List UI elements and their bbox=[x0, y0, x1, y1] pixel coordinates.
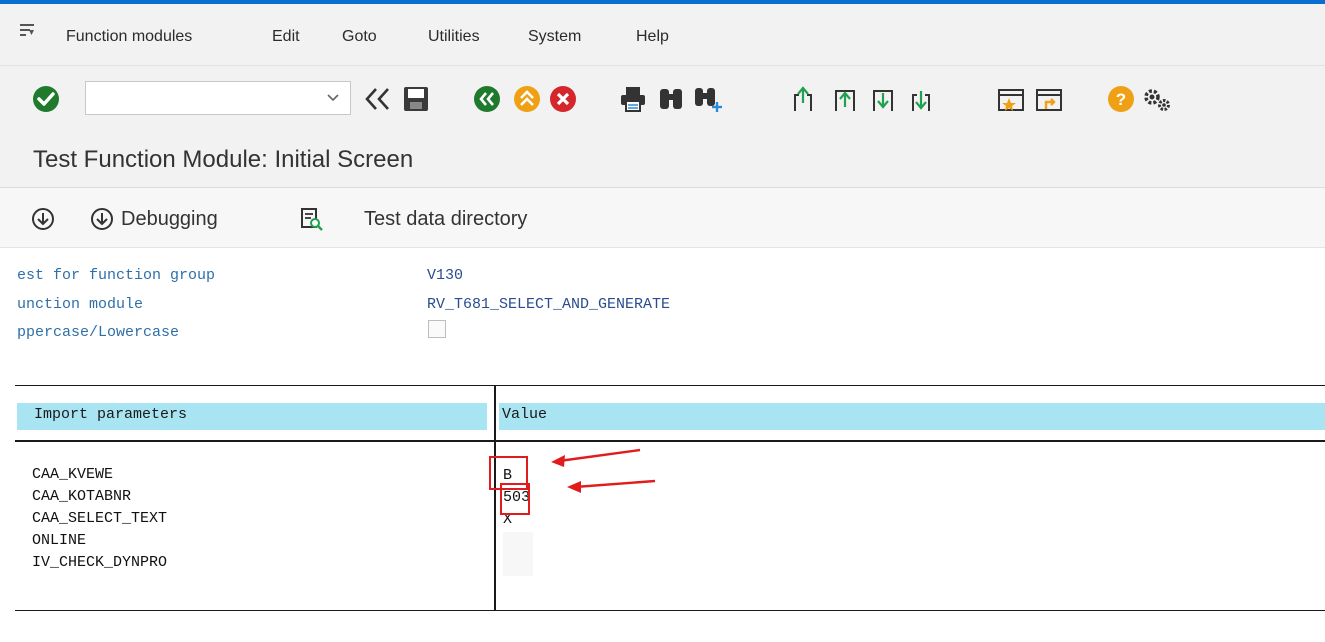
menu-edit[interactable]: Edit bbox=[272, 28, 300, 46]
first-page-button[interactable] bbox=[788, 84, 818, 114]
enter-icon bbox=[33, 86, 59, 112]
save-icon bbox=[404, 87, 428, 111]
print-icon bbox=[621, 87, 645, 112]
execute-button[interactable] bbox=[30, 206, 56, 232]
param-value-field[interactable] bbox=[503, 554, 533, 576]
header-divider bbox=[15, 440, 1325, 442]
param-value-field[interactable]: X bbox=[503, 510, 1325, 532]
debugging-button[interactable]: Debugging bbox=[89, 206, 218, 232]
enter-button[interactable] bbox=[31, 84, 61, 114]
collapse-toolbar-button[interactable] bbox=[361, 84, 395, 114]
help-icon: ? bbox=[1108, 86, 1134, 112]
previous-page-button[interactable] bbox=[830, 84, 860, 114]
save-button[interactable] bbox=[401, 84, 431, 114]
find-next-icon bbox=[695, 88, 722, 112]
help-button[interactable]: ? bbox=[1106, 84, 1136, 114]
param-name: IV_CHECK_DYNPRO bbox=[32, 554, 168, 571]
menu-utilities[interactable]: Utilities bbox=[428, 28, 480, 46]
function-module-value: RV_T681_SELECT_AND_GENERATE bbox=[427, 296, 671, 313]
menu-bar: Function modules Edit Goto Utilities Sys… bbox=[0, 4, 1325, 66]
application-toolbar: Debugging Test data directory bbox=[0, 188, 1325, 248]
exit-icon bbox=[514, 86, 540, 112]
function-group-label: est for function group bbox=[17, 267, 216, 284]
command-field[interactable] bbox=[85, 81, 351, 115]
debugging-icon bbox=[91, 208, 113, 230]
param-name: CAA_KVEWE bbox=[32, 466, 114, 483]
menu-system[interactable]: System bbox=[528, 28, 581, 46]
first-page-icon bbox=[794, 86, 812, 111]
create-session-icon bbox=[998, 89, 1024, 111]
settings-icon bbox=[1144, 89, 1170, 111]
find-button[interactable] bbox=[656, 84, 686, 114]
exit-button[interactable] bbox=[512, 84, 542, 114]
cancel-icon bbox=[550, 86, 576, 112]
param-name: ONLINE bbox=[32, 532, 87, 549]
back-icon bbox=[474, 86, 500, 112]
shortcut-icon bbox=[1036, 89, 1062, 111]
test-data-directory-label: Test data directory bbox=[364, 207, 528, 230]
system-toolbar: ? bbox=[0, 66, 1325, 130]
import-parameters-table: Import parameters Value CAA_KVEWE CAA_KO… bbox=[15, 385, 1325, 611]
command-input[interactable] bbox=[86, 82, 326, 114]
settings-button[interactable] bbox=[1140, 84, 1174, 114]
next-page-button[interactable] bbox=[868, 84, 898, 114]
column-header-import-parameters: Import parameters bbox=[17, 403, 487, 430]
cancel-button[interactable] bbox=[548, 84, 578, 114]
title-bar: Test Function Module: Initial Screen bbox=[0, 130, 1325, 188]
menu-goto[interactable]: Goto bbox=[342, 28, 377, 46]
page-title: Test Function Module: Initial Screen bbox=[33, 146, 414, 173]
previous-page-icon bbox=[835, 90, 855, 111]
next-page-icon bbox=[873, 90, 893, 111]
chevron-down-icon[interactable] bbox=[326, 88, 340, 108]
last-page-button[interactable] bbox=[906, 84, 936, 114]
param-value-field[interactable] bbox=[503, 532, 533, 554]
find-icon bbox=[660, 89, 682, 109]
uppercase-lowercase-label: ppercase/Lowercase bbox=[17, 324, 180, 341]
function-module-label: unction module bbox=[17, 296, 144, 313]
collapse-icon bbox=[365, 88, 389, 110]
create-session-button[interactable] bbox=[995, 84, 1027, 114]
test-data-icon bbox=[301, 208, 323, 231]
back-button[interactable] bbox=[472, 84, 502, 114]
menu-icon[interactable] bbox=[20, 24, 34, 36]
shortcut-button[interactable] bbox=[1033, 84, 1065, 114]
test-data-directory-button[interactable]: Test data directory bbox=[298, 206, 527, 232]
highlight-box-kotabnr bbox=[500, 483, 530, 515]
last-page-icon bbox=[912, 91, 930, 111]
param-name: CAA_SELECT_TEXT bbox=[32, 510, 168, 527]
function-group-value: V130 bbox=[427, 267, 464, 284]
column-header-value-label: Value bbox=[502, 406, 548, 423]
annotation-arrows bbox=[551, 448, 655, 493]
main-content: est for function group V130 unction modu… bbox=[0, 248, 1325, 642]
svg-text:?: ? bbox=[1116, 90, 1126, 109]
param-name: CAA_KOTABNR bbox=[32, 488, 132, 505]
column-divider bbox=[494, 386, 496, 610]
menu-function-modules[interactable]: Function modules bbox=[66, 28, 192, 46]
menu-help[interactable]: Help bbox=[636, 28, 669, 46]
column-header-import-parameters-label: Import parameters bbox=[34, 406, 188, 423]
execute-icon bbox=[32, 208, 54, 230]
find-next-button[interactable] bbox=[692, 84, 726, 114]
uppercase-lowercase-checkbox[interactable] bbox=[428, 320, 446, 338]
debugging-label: Debugging bbox=[121, 207, 218, 230]
print-button[interactable] bbox=[618, 84, 648, 114]
column-header-value: Value bbox=[499, 403, 1325, 430]
